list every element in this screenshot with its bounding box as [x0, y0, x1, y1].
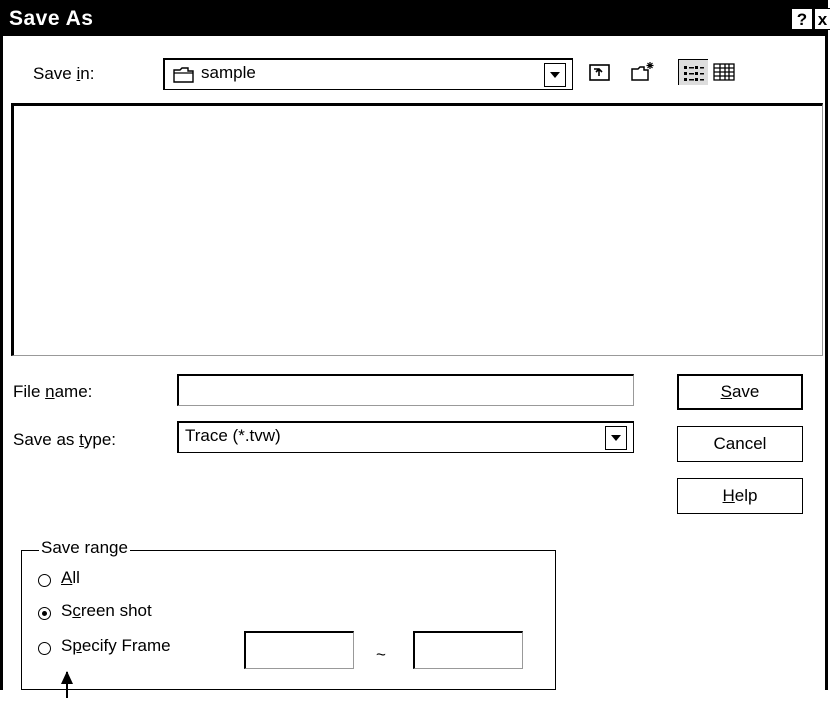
range-tilde: ~	[376, 645, 386, 664]
folder-icon	[173, 67, 195, 88]
help-title-button[interactable]: ?	[791, 8, 813, 30]
save-as-type-dropdown-button[interactable]	[605, 426, 627, 450]
details-view-button[interactable]	[710, 59, 738, 85]
list-view-button[interactable]	[678, 59, 708, 85]
save-as-type-value: Trace (*.tvw)	[185, 426, 281, 445]
radio-specify-frame[interactable]	[38, 642, 51, 655]
save-in-label: Save in:	[33, 64, 95, 83]
details-view-icon	[712, 62, 736, 87]
up-one-level-button[interactable]	[586, 59, 614, 85]
save-in-dropdown-button[interactable]	[544, 63, 566, 87]
radio-screen-shot-label[interactable]: Screen shot	[61, 601, 152, 621]
save-as-dialog: Save As ? x Save in: sample File name: S…	[0, 0, 830, 690]
radio-all[interactable]	[38, 574, 51, 587]
dialog-title: Save As	[9, 7, 94, 30]
radio-all-label[interactable]: All	[61, 568, 80, 588]
save-in-combo[interactable]: sample	[163, 58, 573, 90]
title-bar[interactable]: Save As ? x	[3, 3, 830, 36]
save-in-value: sample	[201, 63, 256, 82]
save-button[interactable]: Save	[677, 374, 803, 410]
save-range-title: Save range	[39, 538, 130, 558]
save-as-type-combo[interactable]: Trace (*.tvw)	[177, 421, 634, 453]
close-title-button[interactable]: x	[814, 8, 830, 30]
new-folder-button[interactable]	[628, 59, 656, 85]
up-folder-icon	[588, 61, 612, 88]
save-as-type-label: Save as type:	[13, 430, 117, 449]
list-view-icon	[682, 63, 706, 88]
cancel-button[interactable]: Cancel	[677, 426, 803, 462]
file-name-input[interactable]	[177, 374, 634, 406]
frame-end-input[interactable]	[413, 631, 523, 669]
file-name-label: File name:	[13, 382, 93, 401]
annotation-arrow	[60, 670, 74, 698]
radio-specify-frame-label[interactable]: Specify Frame	[61, 636, 171, 656]
frame-start-input[interactable]	[244, 631, 354, 669]
new-folder-icon	[630, 61, 656, 88]
radio-screen-shot[interactable]	[38, 607, 51, 620]
file-list-area[interactable]	[11, 103, 823, 356]
help-button[interactable]: Help	[677, 478, 803, 514]
